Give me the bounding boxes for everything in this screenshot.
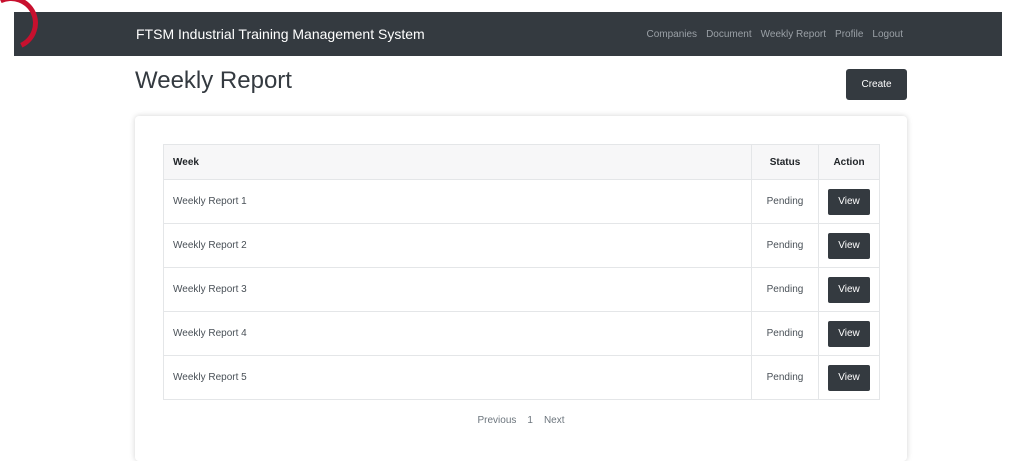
report-card: Week Status Action Weekly Report 1 Pendi… xyxy=(135,116,907,461)
status-cell: Pending xyxy=(751,223,819,268)
action-cell: View xyxy=(818,355,880,400)
table-row: Weekly Report 1 Pending View xyxy=(163,179,880,224)
table-row: Weekly Report 5 Pending View xyxy=(163,355,880,400)
view-button[interactable]: View xyxy=(828,320,870,347)
status-cell: Pending xyxy=(751,311,819,356)
action-cell: View xyxy=(818,223,880,268)
pagination-next[interactable]: Next xyxy=(544,415,565,426)
week-cell: Weekly Report 2 xyxy=(163,223,752,268)
table-row: Weekly Report 3 Pending View xyxy=(163,267,880,312)
pagination-previous[interactable]: Previous xyxy=(477,415,516,426)
header-action: Action xyxy=(818,144,880,180)
nav-link-profile[interactable]: Profile xyxy=(835,29,863,40)
brand-link[interactable]: FTSM Industrial Training Management Syst… xyxy=(136,12,425,56)
status-cell: Pending xyxy=(751,179,819,224)
week-cell: Weekly Report 5 xyxy=(163,355,752,400)
status-cell: Pending xyxy=(751,267,819,312)
view-button[interactable]: View xyxy=(828,232,870,259)
action-cell: View xyxy=(818,311,880,356)
action-cell: View xyxy=(818,267,880,312)
header-status: Status xyxy=(751,144,819,180)
nav-link-logout[interactable]: Logout xyxy=(872,29,903,40)
pagination-page-1[interactable]: 1 xyxy=(527,415,533,426)
header-week: Week xyxy=(163,144,752,180)
nav-link-companies[interactable]: Companies xyxy=(646,29,697,40)
page-title: Weekly Report xyxy=(135,67,292,94)
week-cell: Weekly Report 3 xyxy=(163,267,752,312)
view-button[interactable]: View xyxy=(828,188,870,215)
pagination: Previous 1 Next xyxy=(135,415,907,426)
top-navbar: FTSM Industrial Training Management Syst… xyxy=(14,12,1002,56)
view-button[interactable]: View xyxy=(828,364,870,391)
action-cell: View xyxy=(818,179,880,224)
weekly-report-table: Week Status Action Weekly Report 1 Pendi… xyxy=(163,144,880,400)
nav-link-weekly-report[interactable]: Weekly Report xyxy=(761,29,826,40)
table-row: Weekly Report 4 Pending View xyxy=(163,311,880,356)
view-button[interactable]: View xyxy=(828,276,870,303)
week-cell: Weekly Report 4 xyxy=(163,311,752,356)
nav-link-document[interactable]: Document xyxy=(706,29,752,40)
nav-links: Companies Document Weekly Report Profile… xyxy=(646,12,903,56)
status-cell: Pending xyxy=(751,355,819,400)
table-row: Weekly Report 2 Pending View xyxy=(163,223,880,268)
week-cell: Weekly Report 1 xyxy=(163,179,752,224)
create-button[interactable]: Create xyxy=(846,69,907,100)
table-header-row: Week Status Action xyxy=(163,144,880,180)
